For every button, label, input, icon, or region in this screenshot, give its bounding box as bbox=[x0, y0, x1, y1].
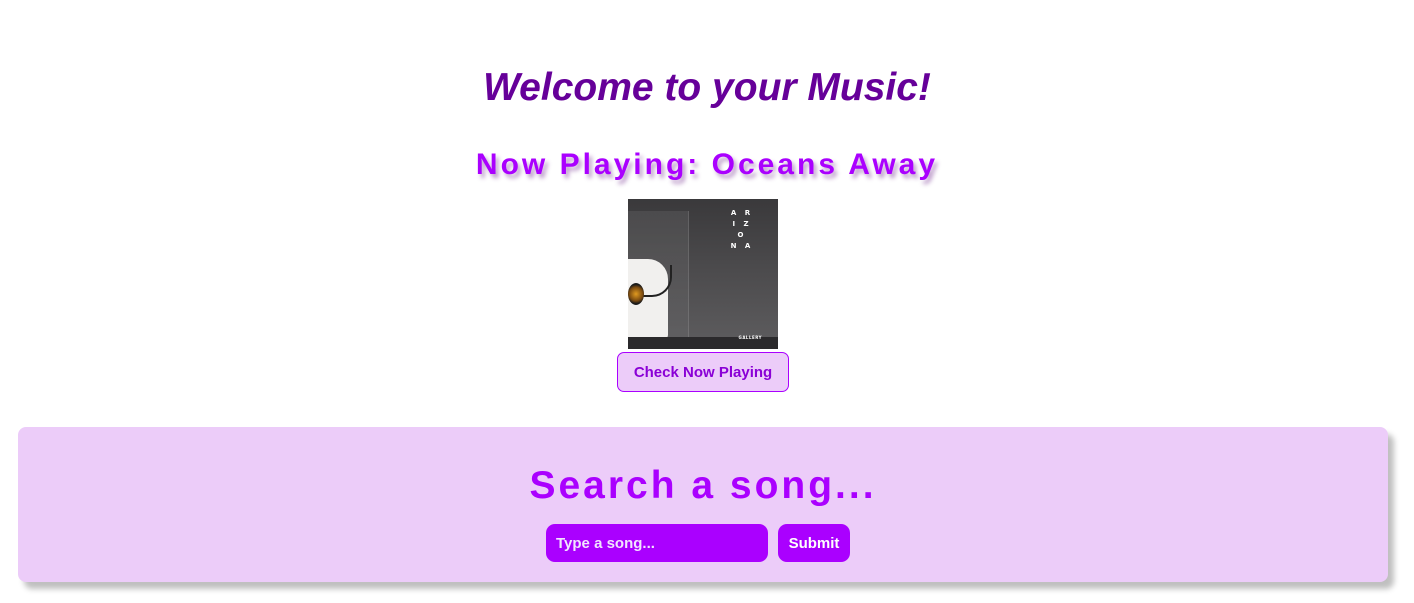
search-panel: Search a song... Submit bbox=[18, 427, 1388, 582]
check-now-playing-button[interactable]: Check Now Playing bbox=[617, 352, 789, 392]
album-footer-text: GALLERY bbox=[738, 335, 762, 340]
album-band-text: A R I Z O N A bbox=[726, 208, 758, 252]
album-cover-image: A R I Z O N A GALLERY bbox=[628, 199, 778, 349]
necklace-pendant bbox=[628, 283, 644, 305]
song-search-input[interactable] bbox=[546, 524, 768, 562]
music-page: Welcome to your Music! Now Playing: Ocea… bbox=[0, 0, 1414, 603]
search-title: Search a song... bbox=[529, 464, 877, 507]
now-playing-heading: Now Playing: Oceans Away bbox=[475, 148, 939, 181]
welcome-heading: Welcome to your Music! bbox=[483, 66, 931, 109]
band-line: I Z O bbox=[732, 220, 752, 239]
submit-button[interactable]: Submit bbox=[778, 524, 850, 562]
band-line: N A bbox=[730, 242, 754, 250]
band-line: A R bbox=[730, 209, 754, 217]
